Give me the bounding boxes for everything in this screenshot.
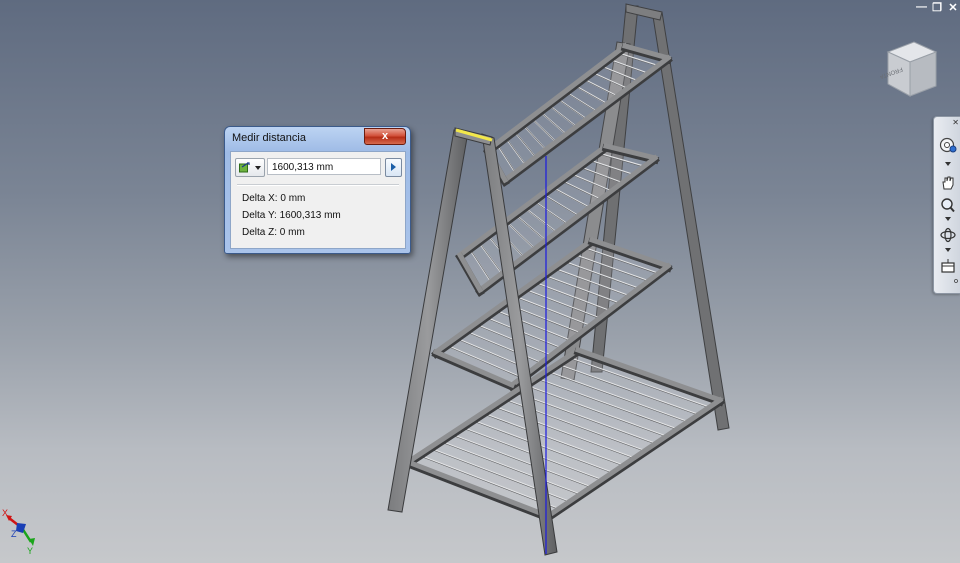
orbit-icon[interactable]	[939, 227, 957, 243]
shelf-model[interactable]	[387, 3, 730, 556]
measure-distance-icon	[239, 162, 250, 173]
dialog-close-button[interactable]: x	[364, 128, 406, 145]
close-window-button[interactable]: ✕	[948, 1, 958, 14]
measure-value-field[interactable]: 1600,313 mm	[267, 158, 381, 175]
play-arrow-icon	[391, 163, 396, 171]
z-axis-label: Z	[11, 529, 17, 539]
zoom-icon[interactable]	[939, 197, 957, 213]
pan-icon[interactable]	[939, 175, 957, 191]
3d-viewport[interactable]	[0, 0, 960, 563]
delta-y-readout: Delta Y: 1600,313 mm	[242, 210, 341, 221]
shelf-4	[403, 346, 725, 523]
navbar-close-icon[interactable]: ✕	[952, 118, 959, 127]
delta-x-readout: Delta X: 0 mm	[242, 193, 306, 204]
minimize-button[interactable]: —	[916, 1, 927, 14]
chevron-down-icon	[255, 166, 261, 170]
window-controls: — ❐ ✕	[916, 1, 958, 14]
restore-button[interactable]: ❐	[932, 1, 942, 14]
look-at-icon[interactable]	[939, 258, 957, 274]
back-right-leg	[651, 9, 730, 431]
chevron-down-icon[interactable]	[945, 248, 951, 252]
steering-wheel-icon[interactable]	[939, 137, 957, 153]
view-cube[interactable]: FRONTAL	[880, 38, 942, 100]
y-axis-label: Y	[27, 546, 33, 556]
divider	[237, 184, 399, 186]
x-axis-label: X	[2, 508, 8, 518]
customize-icon[interactable]	[953, 279, 959, 283]
dialog-title: Medir distancia	[232, 132, 306, 144]
navigation-bar: ✕	[933, 116, 960, 294]
dialog-body: 1600,313 mm Delta X: 0 mm Delta Y: 1600,…	[230, 151, 406, 249]
measure-tool-dropdown[interactable]	[235, 158, 265, 177]
measure-distance-dialog: Medir distancia x 1600,313 mm Delta X: 0…	[224, 126, 411, 254]
chevron-down-icon[interactable]	[945, 162, 951, 166]
measure-options-button[interactable]	[385, 158, 402, 177]
chevron-down-icon[interactable]	[945, 217, 951, 221]
delta-z-readout: Delta Z: 0 mm	[242, 227, 305, 238]
axis-triad: X Z Y	[2, 508, 35, 556]
